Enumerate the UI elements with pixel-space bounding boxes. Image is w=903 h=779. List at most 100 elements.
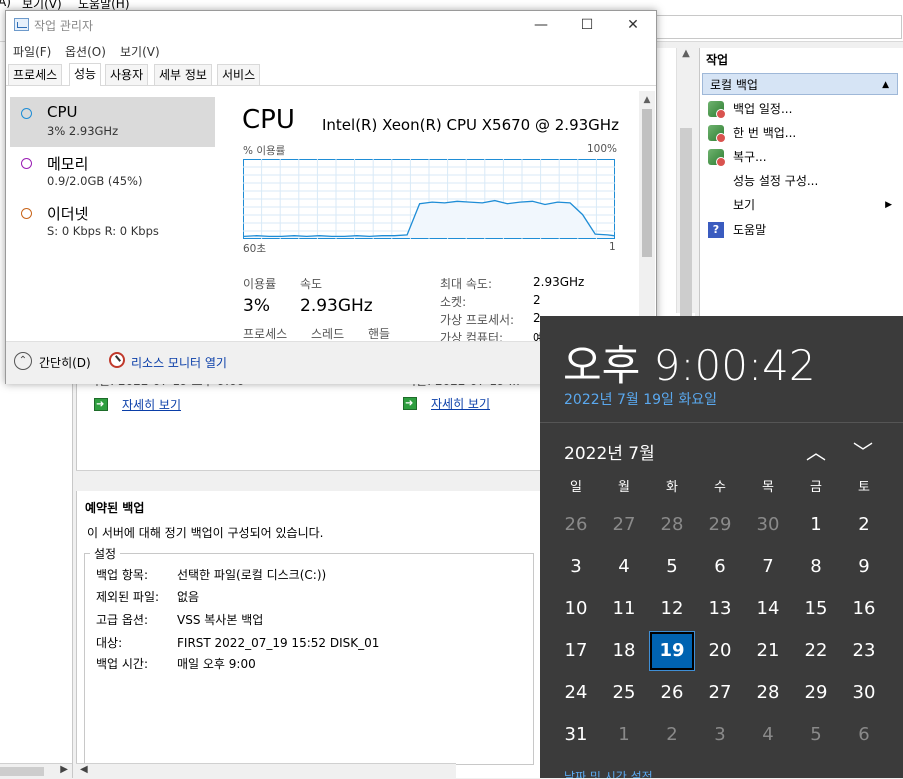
resource-monitor-icon — [109, 352, 125, 368]
calendar-day[interactable]: 22 — [794, 632, 838, 670]
calendar-day[interactable]: 29 — [698, 506, 742, 544]
bg-tree-hscroll[interactable]: ▶ — [0, 763, 72, 779]
action-view[interactable]: 보기 ▶ — [704, 193, 898, 217]
calendar-day[interactable]: 18 — [602, 632, 646, 670]
calendar-day[interactable]: 8 — [794, 548, 838, 586]
tab-performance[interactable]: 성능 — [69, 63, 102, 86]
task-manager-vscroll[interactable]: ▲ — [639, 91, 655, 341]
bg-menu-item[interactable]: A) — [0, 0, 11, 9]
scroll-up-icon[interactable]: ▲ — [639, 95, 655, 105]
cpu-usage-graph — [243, 159, 615, 239]
resource-list: CPU 3% 2.93GHz 메모리 0.9/2.0GB (45%) 이더넷 S… — [10, 97, 215, 329]
calendar-day[interactable]: 30 — [746, 506, 790, 544]
collapse-up-icon[interactable]: ▲ — [882, 74, 889, 96]
resource-item-memory[interactable]: 메모리 0.9/2.0GB (45%) — [10, 147, 215, 197]
calendar-day[interactable]: 23 — [842, 632, 886, 670]
graph-ylabel: % 이용률 — [243, 145, 286, 157]
calendar-day[interactable]: 2 — [650, 716, 694, 754]
action-recover[interactable]: 복구... — [704, 145, 898, 169]
calendar-day[interactable]: 20 — [698, 632, 742, 670]
calendar-day[interactable]: 4 — [746, 716, 790, 754]
chevron-up-icon[interactable]: ⌃ — [14, 352, 32, 370]
tab-details[interactable]: 세부 정보 — [154, 64, 212, 85]
calendar-day-today[interactable]: 19 — [649, 631, 695, 671]
menu-options[interactable]: 옵션(O) — [65, 43, 106, 60]
calendar-day[interactable]: 28 — [746, 674, 790, 712]
calendar-day[interactable]: 7 — [746, 548, 790, 586]
calendar-day[interactable]: 10 — [554, 590, 598, 628]
spec-value: 2 — [533, 293, 541, 307]
cpu-heading: CPU — [242, 105, 295, 135]
recover-icon — [708, 149, 726, 167]
calendar-day[interactable]: 17 — [554, 632, 598, 670]
calendar-day[interactable]: 1 — [602, 716, 646, 754]
calendar-day[interactable]: 11 — [602, 590, 646, 628]
scheduled-backup-desc: 이 서버에 대해 정기 백업이 구성되어 있습니다. — [87, 526, 324, 540]
action-backup-once[interactable]: 한 번 백업... — [704, 121, 898, 145]
weekday-label: 토 — [858, 480, 870, 495]
next-month-button[interactable]: ﹀ — [851, 436, 875, 465]
calendar-day[interactable]: 27 — [602, 506, 646, 544]
process-label: 프로세스 — [243, 327, 288, 341]
calendar-day[interactable]: 27 — [698, 674, 742, 712]
calendar-day[interactable]: 3 — [554, 548, 598, 586]
calendar-day[interactable]: 28 — [650, 506, 694, 544]
minimize-button[interactable]: — — [518, 11, 564, 39]
menu-file[interactable]: 파일(F) — [13, 43, 51, 60]
calendar-day[interactable]: 6 — [698, 548, 742, 586]
calendar-day[interactable]: 4 — [602, 548, 646, 586]
spec-value: 2.93GHz — [533, 275, 585, 289]
calendar-day[interactable]: 30 — [842, 674, 886, 712]
actions-title: 작업 — [706, 53, 729, 67]
calendar-day[interactable]: 16 — [842, 590, 886, 628]
speed-value: 2.93GHz — [300, 296, 373, 316]
fewer-details-button[interactable]: 간단히(D) — [39, 354, 91, 371]
actions-section-local-backup[interactable]: 로컬 백업 ▲ — [702, 73, 898, 95]
scroll-up-icon[interactable]: ▲ — [677, 48, 695, 64]
calendar-day[interactable]: 24 — [554, 674, 598, 712]
action-help[interactable]: ? 도움말 — [704, 218, 898, 242]
close-button[interactable]: ✕ — [610, 11, 656, 39]
maximize-button[interactable]: ☐ — [564, 11, 610, 39]
graph-xlabel: 60초 — [243, 243, 267, 255]
menu-view[interactable]: 보기(V) — [120, 43, 160, 60]
calendar-day[interactable]: 26 — [554, 506, 598, 544]
previous-month-button[interactable]: ︿ — [804, 436, 828, 465]
task-manager-titlebar[interactable]: 작업 관리자 — ☐ ✕ — [6, 11, 656, 39]
bg-center-hscroll[interactable]: ◀ — [76, 763, 456, 779]
calendar-day[interactable]: 14 — [746, 590, 790, 628]
calendar-day[interactable]: 13 — [698, 590, 742, 628]
calendar-day[interactable]: 25 — [602, 674, 646, 712]
calendar-day[interactable]: 6 — [842, 716, 886, 754]
clock-calendar-flyout: 오후 9:00:42 2022년 7월 19일 화요일 2022년 7월 ︿ ﹀… — [540, 316, 903, 778]
minimize-icon: — — [534, 17, 548, 33]
open-resource-monitor-link[interactable]: 리소스 모니터 열기 — [131, 354, 227, 371]
datetime-settings-link[interactable]: 날짜 및 시간 설정 — [564, 768, 704, 778]
calendar-day[interactable]: 5 — [650, 548, 694, 586]
calendar-month-label[interactable]: 2022년 7월 — [564, 439, 655, 464]
calendar-day[interactable]: 31 — [554, 716, 598, 754]
bg-center-vscroll[interactable]: ▲ — [676, 48, 695, 328]
resource-item-ethernet[interactable]: 이더넷 S: 0 Kbps R: 0 Kbps — [10, 197, 215, 247]
calendar-day[interactable]: 26 — [650, 674, 694, 712]
resource-item-cpu[interactable]: CPU 3% 2.93GHz — [10, 97, 215, 147]
settings-legend: 설정 — [90, 545, 121, 562]
tab-processes[interactable]: 프로세스 — [8, 64, 63, 85]
calendar-day[interactable]: 29 — [794, 674, 838, 712]
calendar-day[interactable]: 2 — [842, 506, 886, 544]
action-backup-schedule[interactable]: 백업 일정... — [704, 97, 898, 121]
clock-date-link[interactable]: 2022년 7월 19일 화요일 — [564, 389, 717, 409]
calendar-day[interactable]: 9 — [842, 548, 886, 586]
usage-value: 3% — [243, 296, 270, 316]
action-performance-settings[interactable]: 성능 설정 구성... — [704, 169, 898, 193]
handle-label: 핸들 — [368, 327, 391, 341]
tab-users[interactable]: 사용자 — [105, 64, 149, 85]
clock-time: 오후 9:00:42 — [563, 341, 816, 390]
tab-services[interactable]: 서비스 — [217, 64, 261, 85]
calendar-day[interactable]: 5 — [794, 716, 838, 754]
calendar-day[interactable]: 3 — [698, 716, 742, 754]
calendar-day[interactable]: 1 — [794, 506, 838, 544]
calendar-day[interactable]: 12 — [650, 590, 694, 628]
calendar-day[interactable]: 15 — [794, 590, 838, 628]
calendar-day[interactable]: 21 — [746, 632, 790, 670]
